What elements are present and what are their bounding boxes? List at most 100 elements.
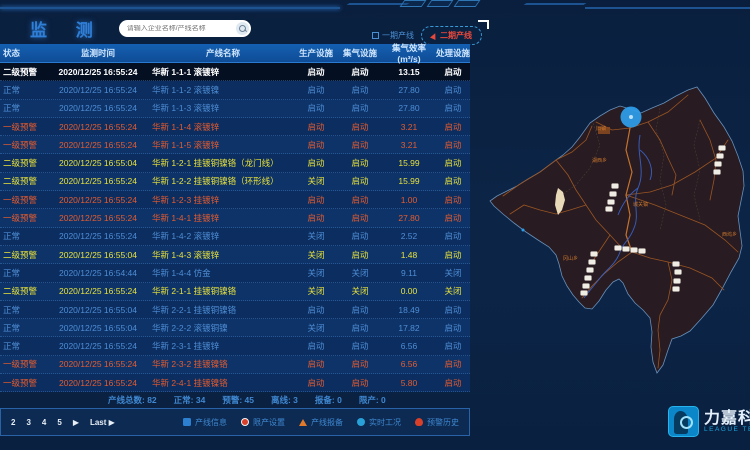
efficiency-cell: 27.80 bbox=[382, 85, 436, 95]
site-marker[interactable] bbox=[589, 260, 596, 265]
gas-cell: 启动 bbox=[338, 377, 382, 389]
table-row[interactable]: 正常2020/12/25 16:55:24华新 1-1-3 滚镀锌启动启动27.… bbox=[0, 100, 470, 118]
search-input[interactable] bbox=[119, 25, 236, 32]
site-marker[interactable] bbox=[631, 248, 638, 253]
status-cell: 正常 bbox=[0, 304, 48, 316]
产线信息-button[interactable]: 产线信息 bbox=[183, 417, 227, 428]
next-page-button[interactable]: ▶ bbox=[73, 418, 79, 427]
grid-icon bbox=[183, 418, 191, 426]
gas-cell: 启动 bbox=[338, 212, 382, 224]
site-marker[interactable] bbox=[587, 268, 594, 273]
site-marker[interactable] bbox=[714, 170, 721, 175]
brand-head-icon bbox=[668, 406, 699, 437]
alert-marker-layer bbox=[621, 107, 642, 128]
site-marker[interactable] bbox=[591, 252, 598, 257]
treatment-cell: 启动 bbox=[436, 212, 470, 224]
treatment-cell: 关闭 bbox=[436, 267, 470, 279]
table-row[interactable]: 一级预警2020/12/25 16:55:24华新 1-1-5 滚镀锌启动启动3… bbox=[0, 136, 470, 154]
table-row[interactable]: 二级预警2020/12/25 16:55:04华新 1-4-3 滚镀锌关闭启动1… bbox=[0, 246, 470, 264]
production-cell: 启动 bbox=[294, 377, 338, 389]
status-cell: 正常 bbox=[0, 267, 48, 279]
summary-item: 产线总数: 82 bbox=[108, 394, 157, 406]
gas-cell: 启动 bbox=[338, 194, 382, 206]
table-row[interactable]: 一级预警2020/12/25 16:55:24华新 1-1-4 滚镀锌启动启动3… bbox=[0, 118, 470, 136]
search-icon[interactable] bbox=[236, 22, 249, 35]
time-cell: 2020/12/25 16:55:24 bbox=[48, 359, 148, 369]
site-marker[interactable] bbox=[581, 291, 588, 296]
site-marker[interactable] bbox=[610, 192, 617, 197]
site-marker[interactable] bbox=[675, 270, 682, 275]
production-cell: 启动 bbox=[294, 212, 338, 224]
table-row[interactable]: 一级预警2020/12/25 16:55:24华新 1-2-3 挂镀锌启动启动1… bbox=[0, 191, 470, 209]
site-marker[interactable] bbox=[639, 249, 646, 254]
status-cell: 二级预警 bbox=[0, 285, 48, 297]
toolbar-buttons: 产线信息 限产设置 产线报备 实时工况 预警历史 bbox=[183, 417, 459, 428]
site-marker[interactable] bbox=[585, 276, 592, 281]
table-row[interactable]: 二级预警2020/12/25 16:55:24华新 1-1-1 滚镀锌启动启动1… bbox=[0, 63, 470, 81]
name-cell: 华新 1-1-5 滚镀锌 bbox=[148, 139, 294, 151]
table-row[interactable]: 二级预警2020/12/25 16:55:24华新 2-1-1 挂镀铜镍铬关闭关… bbox=[0, 283, 470, 301]
name-cell: 华新 1-4-3 滚镀锌 bbox=[148, 249, 294, 261]
page-button[interactable]: 5 bbox=[57, 418, 61, 427]
site-marker[interactable] bbox=[606, 207, 613, 212]
table-row[interactable]: 一级预警2020/12/25 16:55:24华新 2-3-2 挂镀镍铬启动启动… bbox=[0, 356, 470, 374]
table-row[interactable]: 二级预警2020/12/25 16:55:24华新 1-2-2 挂镀铜镍铬（环形… bbox=[0, 173, 470, 191]
efficiency-cell: 3.21 bbox=[382, 122, 436, 132]
table-row[interactable]: 二级预警2020/12/25 16:55:04华新 1-2-1 挂镀铜镍铬（龙门… bbox=[0, 154, 470, 172]
table-row[interactable]: 一级预警2020/12/25 16:55:24华新 1-4-1 挂镀锌启动启动2… bbox=[0, 209, 470, 227]
gas-cell: 启动 bbox=[338, 230, 382, 242]
site-marker[interactable] bbox=[608, 200, 615, 205]
site-marker[interactable] bbox=[623, 247, 630, 252]
table-row[interactable]: 一级预警2020/12/25 16:55:24华新 2-4-1 挂镀镍铬启动启动… bbox=[0, 374, 470, 392]
table-row[interactable]: 正常2020/12/25 16:55:24华新 1-4-2 滚镀锌关闭启动2.5… bbox=[0, 228, 470, 246]
treatment-cell: 启动 bbox=[436, 304, 470, 316]
table-row[interactable]: 正常2020/12/25 16:55:04华新 2-2-1 挂镀铜镍铬启动启动1… bbox=[0, 301, 470, 319]
production-cell: 启动 bbox=[294, 84, 338, 96]
summary-bar: 产线总数: 82正常: 34预警: 45离线: 3报备: 0限产: 0 bbox=[0, 392, 470, 408]
site-marker[interactable] bbox=[715, 162, 722, 167]
site-marker[interactable] bbox=[717, 154, 724, 159]
site-marker[interactable] bbox=[673, 287, 680, 292]
status-cell: 正常 bbox=[0, 340, 48, 352]
table-row[interactable]: 正常2020/12/25 16:54:44华新 1-4-4 仿金关闭关闭9.11… bbox=[0, 264, 470, 282]
site-marker[interactable] bbox=[673, 262, 680, 267]
toolbar-label: 限产设置 bbox=[253, 417, 285, 428]
page-button[interactable]: 3 bbox=[26, 418, 30, 427]
monitor-table: 状态监测时间产线名称生产设施集气设施集气效率(m³/s)处理设施 二级预警202… bbox=[0, 44, 470, 392]
top-diagonal-right bbox=[524, 3, 587, 5]
产线报备-button[interactable]: 产线报备 bbox=[299, 417, 343, 428]
site-marker[interactable] bbox=[719, 146, 726, 151]
table-row[interactable]: 正常2020/12/25 16:55:24华新 1-1-2 滚镀镍启动启动27.… bbox=[0, 81, 470, 99]
production-cell: 启动 bbox=[294, 121, 338, 133]
last-page-button[interactable]: Last ▶ bbox=[90, 418, 115, 427]
treatment-cell: 启动 bbox=[436, 66, 470, 78]
city-map: 旧镇湖西乡城关镇冈山乡西坞乡 bbox=[483, 58, 750, 393]
page-button[interactable]: 2 bbox=[11, 418, 15, 427]
efficiency-cell: 1.00 bbox=[382, 195, 436, 205]
efficiency-cell: 0.00 bbox=[382, 286, 436, 296]
status-cell: 一级预警 bbox=[0, 194, 48, 206]
site-marker[interactable] bbox=[615, 246, 622, 251]
site-marker[interactable] bbox=[612, 184, 619, 189]
限产设置-button[interactable]: 限产设置 bbox=[241, 417, 285, 428]
gas-cell: 关闭 bbox=[338, 267, 382, 279]
summary-item: 正常: 34 bbox=[174, 394, 206, 406]
header: 监 测 一期产线 二期产线 bbox=[0, 12, 750, 44]
实时工况-button[interactable]: 实时工况 bbox=[357, 417, 401, 428]
name-cell: 华新 2-2-2 滚镀铜镍 bbox=[148, 322, 294, 334]
预警历史-button[interactable]: 预警历史 bbox=[415, 417, 459, 428]
site-marker[interactable] bbox=[583, 284, 590, 289]
page-button[interactable]: 4 bbox=[42, 418, 46, 427]
checkbox-icon[interactable] bbox=[372, 32, 379, 39]
name-cell: 华新 1-4-1 挂镀锌 bbox=[148, 212, 294, 224]
brand-logo: 力嘉科技 LEAGUE TE bbox=[668, 406, 750, 437]
search-box[interactable] bbox=[119, 20, 251, 37]
table-row[interactable]: 正常2020/12/25 16:55:04华新 2-2-2 滚镀铜镍关闭启动17… bbox=[0, 319, 470, 337]
top-line-left bbox=[0, 7, 340, 9]
table-row[interactable]: 正常2020/12/25 16:55:24华新 2-3-1 挂镀锌启动启动6.5… bbox=[0, 337, 470, 355]
monitor-table-body: 二级预警2020/12/25 16:55:24华新 1-1-1 滚镀锌启动启动1… bbox=[0, 63, 470, 392]
place-label: 湖西乡 bbox=[592, 157, 607, 164]
site-marker[interactable] bbox=[674, 279, 681, 284]
phase1-checkbox[interactable]: 一期产线 bbox=[372, 30, 414, 41]
production-cell: 关闭 bbox=[294, 322, 338, 334]
